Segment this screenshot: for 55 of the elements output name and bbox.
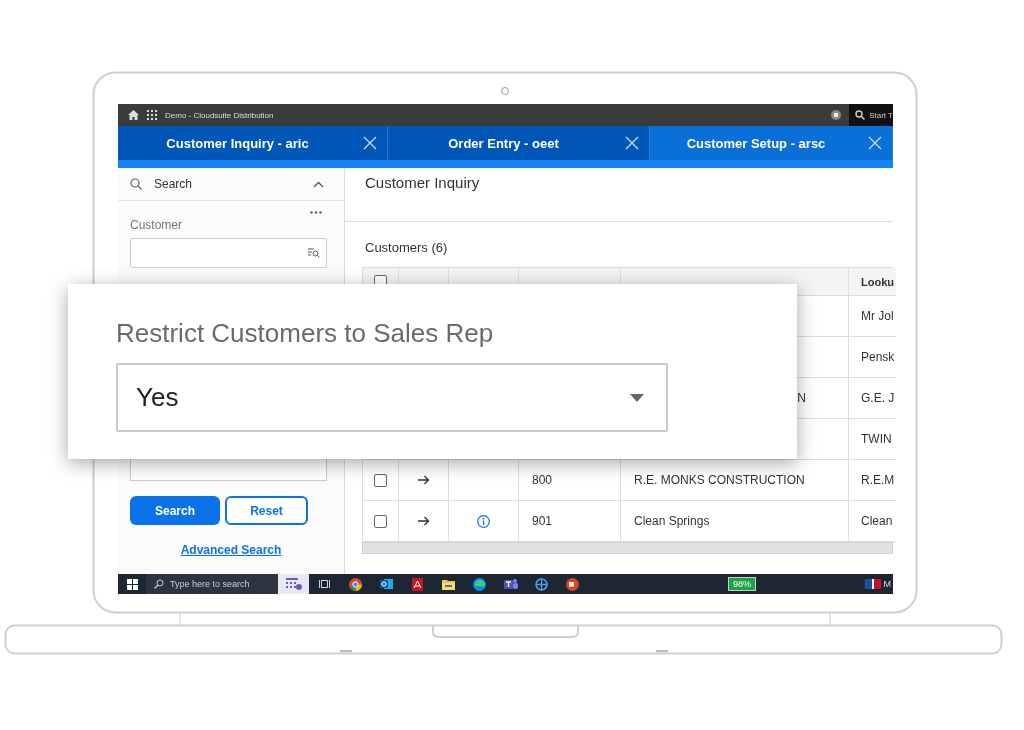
teams-icon[interactable] bbox=[503, 578, 518, 590]
taskbar-search-field[interactable]: Type here to search bbox=[146, 574, 278, 594]
lookup-icon[interactable] bbox=[308, 248, 320, 258]
close-icon[interactable] bbox=[868, 136, 882, 150]
reset-button[interactable]: Reset bbox=[225, 496, 308, 525]
column-header[interactable]: Looku bbox=[849, 268, 897, 296]
table-cell: 800 bbox=[519, 460, 621, 501]
checkbox[interactable] bbox=[374, 514, 387, 528]
task-view-icon[interactable] bbox=[319, 579, 330, 589]
presentation-icon[interactable] bbox=[566, 577, 579, 591]
arrow-icon[interactable] bbox=[417, 475, 430, 485]
checkbox[interactable] bbox=[374, 473, 387, 487]
advanced-search-link[interactable]: Advanced Search bbox=[180, 543, 282, 557]
table-cell: G.E. J bbox=[849, 378, 897, 419]
flag-icon[interactable] bbox=[864, 579, 881, 589]
close-icon[interactable] bbox=[363, 136, 377, 150]
search-icon bbox=[154, 579, 164, 589]
global-search-field[interactable]: Start T bbox=[849, 104, 893, 126]
field-label: Customer bbox=[130, 218, 183, 232]
more-icon[interactable] bbox=[310, 211, 322, 214]
home-icon[interactable] bbox=[128, 110, 139, 120]
tab[interactable]: Customer Setup - arsc bbox=[650, 126, 893, 160]
folder-icon[interactable] bbox=[442, 578, 455, 590]
search-icon bbox=[855, 110, 866, 120]
status-icon[interactable] bbox=[831, 110, 842, 120]
mail-icon[interactable] bbox=[380, 578, 393, 590]
table-title: Customers (6) bbox=[365, 240, 449, 255]
windows-icon[interactable] bbox=[126, 578, 138, 590]
table-cell: Mr Jol bbox=[849, 296, 897, 337]
info-icon[interactable] bbox=[477, 514, 490, 528]
arrow-icon[interactable] bbox=[417, 516, 430, 526]
close-icon[interactable] bbox=[625, 136, 639, 150]
panel-title: Search bbox=[154, 177, 193, 191]
globe-icon[interactable] bbox=[535, 577, 548, 591]
chevron-up-icon[interactable] bbox=[313, 180, 324, 188]
caret-icon bbox=[630, 393, 644, 402]
app-title: Demo - Cloudsuite Distribution bbox=[165, 110, 274, 120]
table-cell: R.E.M bbox=[849, 460, 897, 501]
table-cell: Pensk bbox=[849, 337, 897, 378]
search-icon bbox=[130, 178, 142, 190]
dropdown[interactable]: Yes bbox=[116, 363, 668, 432]
input-field[interactable] bbox=[130, 238, 327, 268]
table-cell: TWIN bbox=[849, 419, 897, 460]
search-button[interactable]: Search bbox=[130, 496, 220, 525]
edge-icon[interactable] bbox=[473, 577, 486, 591]
pdf-icon[interactable] bbox=[412, 577, 423, 591]
grid-icon[interactable] bbox=[147, 110, 157, 120]
calendar-icon[interactable] bbox=[285, 578, 302, 590]
scrollbar[interactable] bbox=[362, 542, 893, 554]
browser-icon[interactable] bbox=[349, 577, 362, 591]
field-label: Restrict Customers to Sales Rep bbox=[116, 318, 495, 349]
battery-indicator: 98% bbox=[728, 577, 756, 591]
table-cell: R.E. MONKS CONSTRUCTION bbox=[621, 460, 849, 501]
tray-text: M bbox=[883, 579, 891, 589]
page-title: Customer Inquiry bbox=[365, 174, 480, 191]
